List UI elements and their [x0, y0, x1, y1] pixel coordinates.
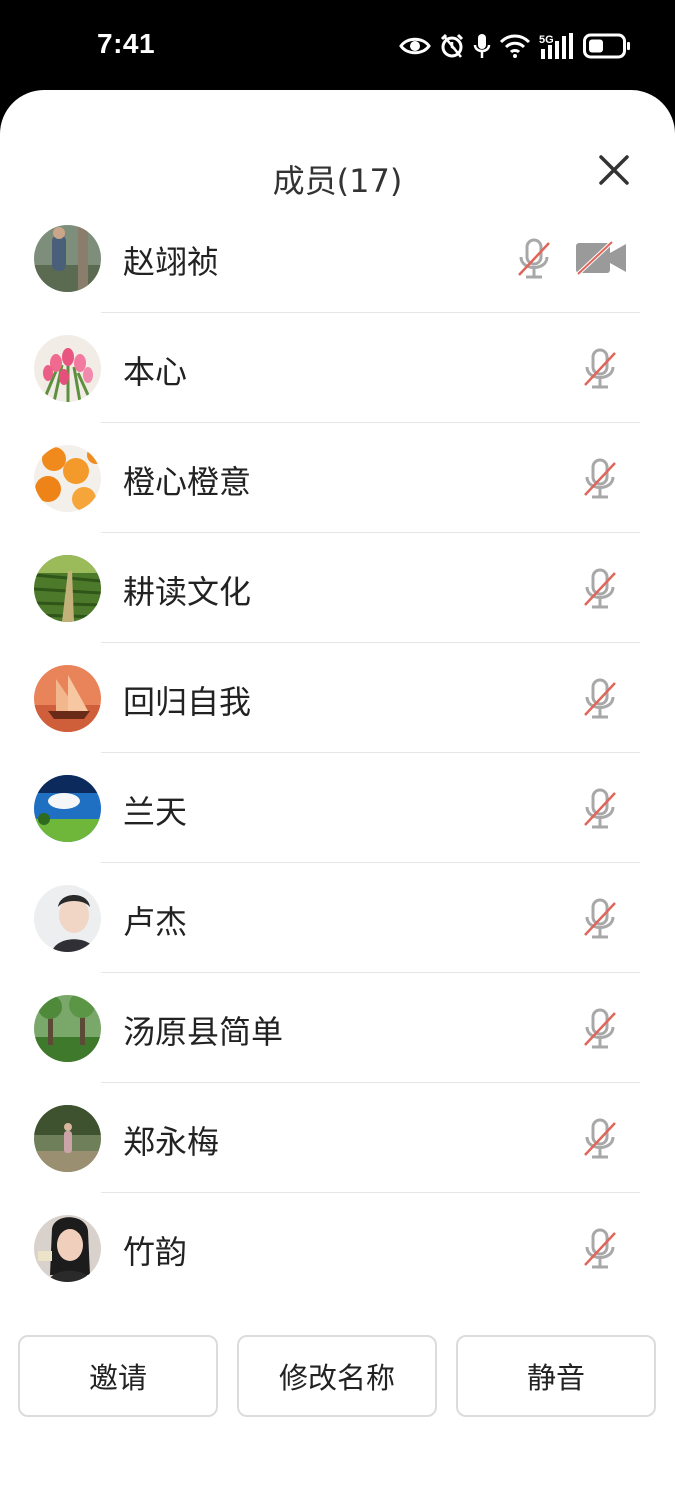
avatar: [34, 445, 101, 512]
member-row[interactable]: 兰天: [0, 753, 675, 863]
mic-muted-icon[interactable]: [580, 1227, 620, 1271]
member-list[interactable]: 赵翊祯 本心 橙心橙意 耕读文化 回归自我 兰天 卢杰 汤原县简单 郑永梅 竹韵: [0, 219, 675, 1301]
eye-icon: [399, 37, 431, 55]
battery-icon: [583, 33, 630, 59]
member-name: 郑永梅: [123, 1123, 220, 1161]
member-name: 卢杰: [123, 903, 188, 941]
avatar: [34, 1105, 101, 1172]
member-row[interactable]: 卢杰: [0, 863, 675, 973]
mute-button[interactable]: 静音: [456, 1335, 656, 1417]
member-name: 竹韵: [123, 1233, 188, 1271]
panel-title: 成员(17): [272, 162, 403, 200]
avatar: [34, 775, 101, 842]
avatar: [34, 665, 101, 732]
member-name: 橙心橙意: [123, 463, 252, 501]
avatar: [34, 555, 101, 622]
member-name: 汤原县简单: [123, 1013, 284, 1051]
member-row[interactable]: 回归自我: [0, 643, 675, 753]
member-name: 耕读文化: [123, 573, 252, 611]
member-row[interactable]: 竹韵: [0, 1193, 675, 1301]
member-row[interactable]: 耕读文化: [0, 533, 675, 643]
member-name: 回归自我: [123, 683, 252, 721]
avatar: [34, 335, 101, 402]
network-type-label: 5G: [539, 34, 554, 46]
status-bar: 7:41 5G: [0, 0, 675, 92]
camera-off-icon[interactable]: [574, 241, 628, 275]
member-name: 兰天: [123, 793, 188, 831]
mic-muted-icon[interactable]: [580, 677, 620, 721]
status-time: 7:41: [97, 28, 156, 59]
microphone-icon: [473, 34, 491, 58]
wifi-icon: [499, 34, 531, 58]
cellular-signal-icon: 5G: [539, 33, 573, 59]
member-row[interactable]: 橙心橙意: [0, 423, 675, 533]
avatar: [34, 1215, 101, 1282]
mic-muted-icon[interactable]: [580, 1007, 620, 1051]
member-row[interactable]: 本心: [0, 313, 675, 423]
member-row[interactable]: 赵翊祯: [0, 219, 675, 313]
rename-button[interactable]: 修改名称: [237, 1335, 437, 1417]
avatar: [34, 995, 101, 1062]
mic-muted-icon[interactable]: [580, 347, 620, 391]
members-panel: 成员(17) 赵翊祯 本心 橙心橙意 耕读文化 回归自我 兰天 卢杰 汤原县简单…: [0, 90, 675, 1500]
mic-muted-icon[interactable]: [580, 567, 620, 611]
mic-muted-icon[interactable]: [580, 457, 620, 501]
mic-muted-icon[interactable]: [514, 237, 554, 281]
invite-button[interactable]: 邀请: [18, 1335, 218, 1417]
mic-muted-icon[interactable]: [580, 787, 620, 831]
status-icons: 5G: [399, 30, 631, 62]
avatar: [34, 225, 101, 292]
avatar: [34, 885, 101, 952]
close-button[interactable]: [594, 150, 634, 190]
member-name: 赵翊祯: [123, 243, 220, 281]
member-row[interactable]: 汤原县简单: [0, 973, 675, 1083]
mic-muted-icon[interactable]: [580, 897, 620, 941]
member-name: 本心: [123, 353, 188, 391]
close-icon: [599, 155, 629, 185]
member-row[interactable]: 郑永梅: [0, 1083, 675, 1193]
alarm-icon: [440, 33, 464, 58]
mic-muted-icon[interactable]: [580, 1117, 620, 1161]
action-bar: 邀请 修改名称 静音: [0, 1335, 675, 1421]
